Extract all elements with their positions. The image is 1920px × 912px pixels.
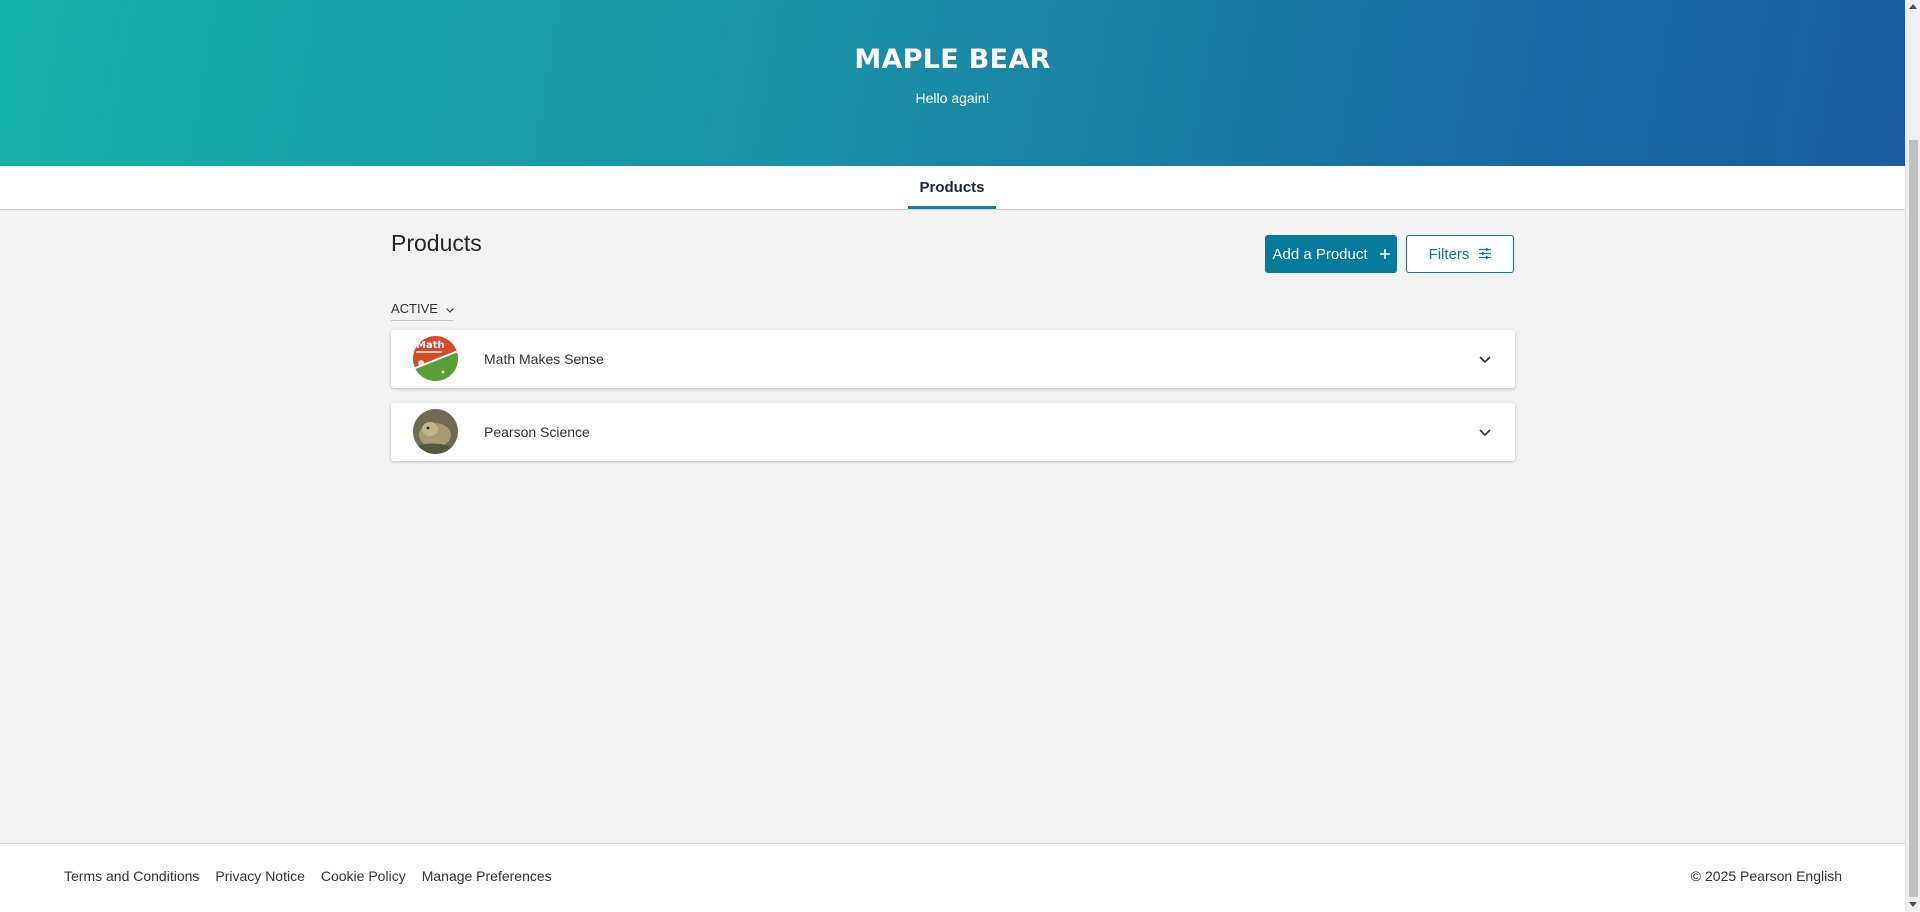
chevron-down-icon[interactable] <box>1477 351 1493 367</box>
product-card[interactable]: Pearson Science <box>391 403 1515 461</box>
vertical-scrollbar[interactable] <box>1905 0 1920 911</box>
manage-preferences-link[interactable]: Manage Preferences <box>422 868 552 884</box>
copyright: © 2025 Pearson English <box>1690 868 1842 884</box>
status-filter-dropdown[interactable]: ACTIVE <box>391 296 454 321</box>
svg-text:Math: Math <box>416 340 445 351</box>
chevron-down-icon <box>446 301 454 316</box>
tab-products[interactable]: Products <box>908 166 996 209</box>
scroll-up-arrow-icon[interactable] <box>1909 4 1917 9</box>
org-title: MAPLE BEAR <box>854 44 1051 75</box>
greeting: Hello again! <box>915 90 990 106</box>
page-title: Products <box>391 230 482 256</box>
terms-link[interactable]: Terms and Conditions <box>64 868 199 884</box>
scroll-down-arrow-icon[interactable] <box>1909 902 1917 907</box>
filters-button[interactable]: Filters <box>1406 235 1514 273</box>
privacy-link[interactable]: Privacy Notice <box>215 868 304 884</box>
page-footer: Terms and Conditions Privacy Notice Cook… <box>0 843 1905 912</box>
scroll-thumb[interactable] <box>1909 140 1918 897</box>
science-animal-photo-thumbnail <box>413 409 458 454</box>
filters-label: Filters <box>1428 245 1470 263</box>
page-header: MAPLE BEAR Hello again! <box>0 0 1905 166</box>
status-filter-value: ACTIVE <box>391 300 438 316</box>
tab-bar: Products <box>0 166 1905 210</box>
chevron-down-icon[interactable] <box>1477 424 1493 440</box>
add-product-button[interactable]: Add a Product <box>1265 235 1397 273</box>
product-name: Math Makes Sense <box>484 351 604 367</box>
plus-icon <box>1379 246 1390 263</box>
sliders-icon <box>1479 246 1492 263</box>
product-card[interactable]: Math Math Makes Sense <box>391 330 1515 388</box>
product-name: Pearson Science <box>484 424 590 440</box>
add-product-label: Add a Product <box>1272 245 1368 263</box>
math-book-cover-thumbnail: Math <box>413 336 458 381</box>
cookie-policy-link[interactable]: Cookie Policy <box>321 868 406 884</box>
footer-links: Terms and Conditions Privacy Notice Cook… <box>64 868 552 884</box>
